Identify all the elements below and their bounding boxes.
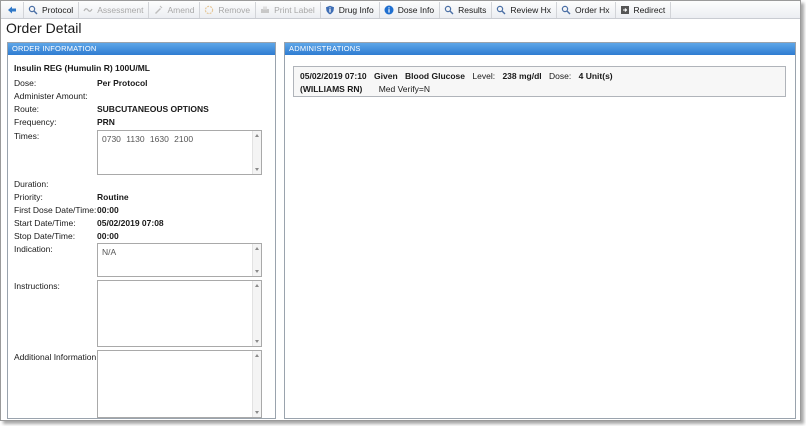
frequency-label: Frequency: <box>14 117 57 127</box>
review-hx-label: Review Hx <box>510 4 552 15</box>
dose-value: Per Protocol <box>97 78 148 88</box>
route-value: SUBCUTANEOUS OPTIONS <box>97 104 209 114</box>
administration-record[interactable]: 05/02/2019 07:10 Given Blood Glucose Lev… <box>293 66 786 97</box>
shield-info-icon <box>325 5 335 15</box>
instructions-field[interactable] <box>97 280 262 347</box>
administration-line-2: (WILLIAMS RN) Med Verify=N <box>300 84 430 94</box>
times-value: 0730 1130 1630 2100 <box>102 134 194 144</box>
stop-datetime-label: Stop Date/Time: <box>14 231 76 241</box>
admin-dose-value: 4 Unit(s) <box>578 71 613 81</box>
assessment-label: Assessment <box>97 4 144 15</box>
info-icon <box>384 5 394 15</box>
indication-value: N/A <box>102 247 117 257</box>
first-dose-label: First Dose Date/Time: <box>14 205 97 215</box>
assessment-icon <box>83 5 93 15</box>
order-detail-window: Protocol Assessment Amend Remove Print L… <box>0 0 801 421</box>
amend-label: Amend <box>167 4 195 15</box>
remove-label: Remove <box>218 4 251 15</box>
admin-datetime: 05/02/2019 07:10 <box>300 71 367 81</box>
admin-level-label: Level: <box>472 71 496 81</box>
drug-info-label: Drug Info <box>338 4 374 15</box>
print-icon <box>260 5 270 15</box>
dose-label: Dose: <box>14 78 37 88</box>
search-icon <box>561 5 571 15</box>
order-information-header: ORDER INFORMATION <box>8 43 275 55</box>
back-button[interactable] <box>1 1 24 18</box>
start-datetime-label: Start Date/Time: <box>14 218 76 228</box>
priority-label: Priority: <box>14 192 43 202</box>
redirect-label: Redirect <box>633 4 666 15</box>
search-icon <box>444 5 454 15</box>
dose-info-button[interactable]: Dose Info <box>380 1 441 18</box>
additional-information-label: Additional Information: <box>14 352 99 362</box>
priority-value: Routine <box>97 192 129 202</box>
back-arrow-icon <box>7 5 17 15</box>
search-icon <box>28 5 38 15</box>
first-dose-value: 00:00 <box>97 205 119 215</box>
administration-line-1: 05/02/2019 07:10 Given Blood Glucose Lev… <box>300 71 613 81</box>
stop-datetime-value: 00:00 <box>97 231 119 241</box>
order-hx-button[interactable]: Order Hx <box>557 1 616 18</box>
protocol-button[interactable]: Protocol <box>24 1 80 18</box>
remove-icon <box>204 5 214 15</box>
duration-label: Duration: <box>14 179 49 189</box>
drug-info-button[interactable]: Drug Info <box>321 1 380 18</box>
administrations-header: ADMINISTRATIONS <box>285 43 795 55</box>
administer-amount-label: Administer Amount: <box>14 91 88 101</box>
redirect-icon <box>620 5 630 15</box>
remove-button[interactable]: Remove <box>200 1 257 18</box>
redirect-button[interactable]: Redirect <box>616 1 672 18</box>
search-icon <box>496 5 506 15</box>
admin-level-value: 238 mg/dl <box>502 71 542 81</box>
times-field[interactable]: 0730 1130 1630 2100 <box>97 130 262 175</box>
amend-icon <box>153 5 163 15</box>
dose-info-label: Dose Info <box>397 4 435 15</box>
admin-test: Blood Glucose <box>405 71 466 81</box>
indication-field[interactable]: N/A <box>97 243 262 277</box>
indication-scrollbar[interactable] <box>252 244 261 276</box>
route-label: Route: <box>14 104 40 114</box>
admin-status: Given <box>374 71 398 81</box>
start-datetime-value: 05/02/2019 07:08 <box>97 218 164 228</box>
administrations-panel: ADMINISTRATIONS 05/02/2019 07:10 Given B… <box>284 42 796 419</box>
order-hx-label: Order Hx <box>575 4 610 15</box>
assessment-button[interactable]: Assessment <box>79 1 150 18</box>
order-information-panel: ORDER INFORMATION Insulin REG (Humulin R… <box>7 42 276 419</box>
admin-nurse: (WILLIAMS RN) <box>300 84 363 94</box>
results-button[interactable]: Results <box>440 1 493 18</box>
print-label-button[interactable]: Print Label <box>256 1 321 18</box>
indication-label: Indication: <box>14 244 53 254</box>
admin-dose-label: Dose: <box>549 71 572 81</box>
times-scrollbar[interactable] <box>252 131 261 174</box>
frequency-value: PRN <box>97 117 115 127</box>
admin-verify: Med Verify=N <box>378 84 430 94</box>
protocol-label: Protocol <box>42 4 74 15</box>
drug-name: Insulin REG (Humulin R) 100U/ML <box>14 63 151 73</box>
instructions-scrollbar[interactable] <box>252 281 261 346</box>
times-label: Times: <box>14 131 40 141</box>
review-hx-button[interactable]: Review Hx <box>492 1 558 18</box>
page-title: Order Detail <box>6 20 82 36</box>
instructions-label: Instructions: <box>14 281 60 291</box>
additional-information-field[interactable] <box>97 350 262 418</box>
print-label-label: Print Label <box>274 4 315 15</box>
amend-button[interactable]: Amend <box>149 1 201 18</box>
results-label: Results <box>458 4 487 15</box>
additional-information-scrollbar[interactable] <box>252 351 261 417</box>
toolbar: Protocol Assessment Amend Remove Print L… <box>1 1 800 19</box>
